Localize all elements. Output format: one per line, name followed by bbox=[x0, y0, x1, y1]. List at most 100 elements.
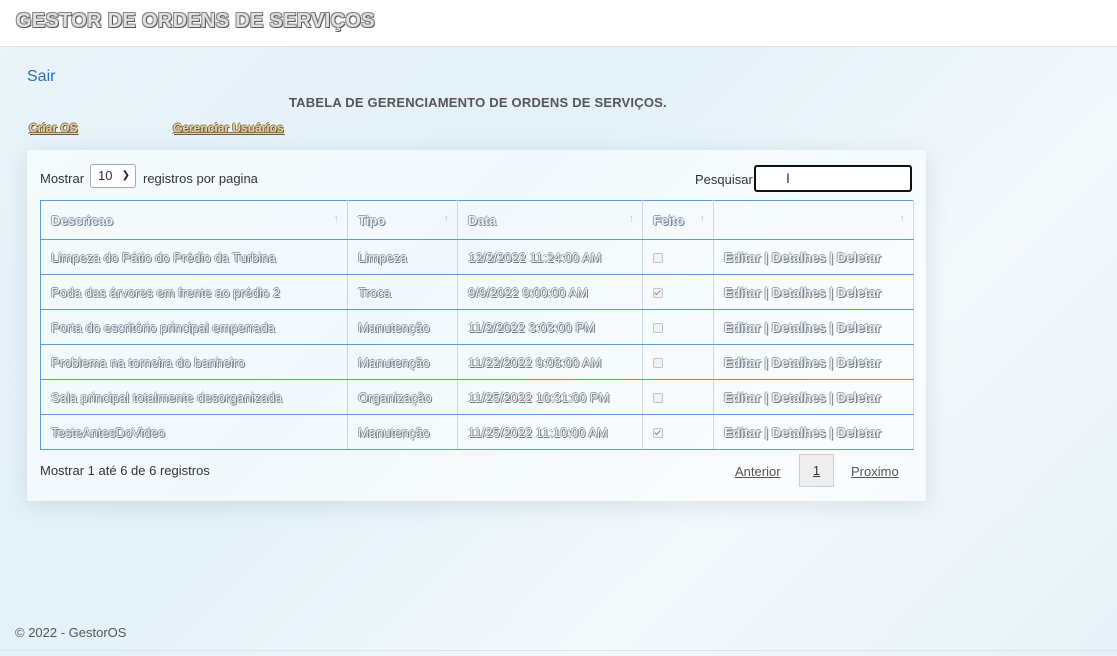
edit-link[interactable]: Editar bbox=[724, 250, 761, 265]
details-link[interactable]: Detalhes bbox=[772, 355, 826, 370]
sort-icon: ↑ bbox=[333, 213, 340, 225]
action-separator: | bbox=[760, 424, 772, 440]
column-header-data[interactable]: Data ↑ bbox=[457, 200, 643, 240]
cell-data: 11/2/2022 3:03:00 PM bbox=[457, 309, 643, 345]
delete-link[interactable]: Deletar bbox=[837, 285, 881, 300]
action-separator: | bbox=[760, 319, 772, 335]
pagination-next[interactable]: Proximo bbox=[851, 464, 899, 479]
details-link[interactable]: Detalhes bbox=[772, 285, 826, 300]
action-separator: | bbox=[825, 389, 837, 405]
delete-link[interactable]: Deletar bbox=[837, 355, 881, 370]
cell-actions: Editar | Detalhes | Deletar bbox=[713, 309, 914, 345]
done-checkbox bbox=[653, 392, 663, 403]
cell-feito bbox=[642, 309, 714, 345]
table-row: Poda das árvores em frente ao prédio 2 Tr… bbox=[40, 274, 914, 310]
action-separator: | bbox=[825, 354, 837, 370]
page-size-value: 10 bbox=[98, 168, 113, 183]
cell-tipo: Manutenção bbox=[347, 344, 458, 380]
table-row: Problema na torneira do banheiro Manutenç… bbox=[40, 344, 914, 380]
cell-tipo: Troca bbox=[347, 274, 458, 310]
cell-data: 11/25/2022 10:31:00 PM bbox=[457, 379, 643, 415]
cell-tipo: Manutenção bbox=[347, 309, 458, 345]
cell-data: 11/22/2022 9:08:00 AM bbox=[457, 344, 643, 380]
edit-link[interactable]: Editar bbox=[724, 285, 761, 300]
done-checkbox bbox=[653, 427, 663, 438]
orders-table-card: Mostrar 10 ❯ registros por pagina Pesqui… bbox=[27, 150, 926, 501]
column-header-descricao[interactable]: Descricao ↑ bbox=[40, 200, 348, 240]
table-body: Limpeza do Pátio do Prédio da Turbina Lim… bbox=[40, 239, 914, 450]
done-checkbox bbox=[653, 322, 663, 333]
cell-descricao: Sala principal totalmente desorganizada bbox=[40, 379, 348, 415]
sort-icon: ↑ bbox=[899, 213, 906, 225]
logout-link[interactable]: Sair bbox=[27, 68, 55, 86]
orders-table: Descricao ↑ Tipo ↑ Data ↑ Feito ↑ ↑ Limpeza … bbox=[40, 200, 914, 450]
cell-actions: Editar | Detalhes | Deletar bbox=[713, 274, 914, 310]
cell-actions: Editar | Detalhes | Deletar bbox=[713, 344, 914, 380]
cell-data: 12/2/2022 11:24:00 AM bbox=[457, 239, 643, 275]
delete-link[interactable]: Deletar bbox=[837, 250, 881, 265]
done-checkbox bbox=[653, 252, 663, 263]
action-separator: | bbox=[825, 249, 837, 265]
action-separator: | bbox=[760, 249, 772, 265]
edit-link[interactable]: Editar bbox=[724, 425, 761, 440]
search-label: Pesquisar bbox=[695, 172, 753, 187]
details-link[interactable]: Detalhes bbox=[772, 390, 826, 405]
done-checkbox bbox=[653, 357, 663, 368]
cell-tipo: Organização bbox=[347, 379, 458, 415]
table-row: Limpeza do Pátio do Prédio da Turbina Lim… bbox=[40, 239, 914, 275]
sort-icon: ↑ bbox=[628, 213, 635, 225]
text-cursor-icon: I bbox=[786, 170, 790, 186]
column-header-tipo[interactable]: Tipo ↑ bbox=[347, 200, 458, 240]
column-header-actions[interactable]: ↑ bbox=[713, 200, 914, 240]
cell-actions: Editar | Detalhes | Deletar bbox=[713, 379, 914, 415]
action-separator: | bbox=[825, 284, 837, 300]
cell-descricao: Porta do escritório principal emperrada bbox=[40, 309, 348, 345]
details-link[interactable]: Detalhes bbox=[772, 425, 826, 440]
cell-descricao: TesteAntesDoVideo bbox=[40, 414, 348, 450]
cell-tipo: Manutenção bbox=[347, 414, 458, 450]
table-row: TesteAntesDoVideo Manutenção 11/25/2022 11… bbox=[40, 414, 914, 450]
done-checkbox bbox=[653, 287, 663, 298]
footer-copyright: © 2022 - GestorOS bbox=[15, 625, 127, 640]
details-link[interactable]: Detalhes bbox=[772, 320, 826, 335]
pagination-previous[interactable]: Anterior bbox=[735, 464, 781, 479]
per-page-label: registros por pagina bbox=[143, 171, 258, 186]
action-separator: | bbox=[760, 284, 772, 300]
chevron-down-icon: ❯ bbox=[121, 170, 130, 181]
action-separator: | bbox=[760, 389, 772, 405]
app-brand[interactable]: GESTOR DE ORDENS DE SERVIÇOS bbox=[16, 10, 375, 33]
cell-data: 9/9/2022 9:00:00 AM bbox=[457, 274, 643, 310]
create-os-link[interactable]: Criar OS bbox=[29, 121, 78, 135]
action-separator: | bbox=[825, 424, 837, 440]
cell-feito bbox=[642, 344, 714, 380]
action-separator: | bbox=[825, 319, 837, 335]
table-row: Porta do escritório principal emperrada M… bbox=[40, 309, 914, 345]
pagination-page-1[interactable]: 1 bbox=[799, 454, 834, 487]
cell-data: 11/25/2022 11:10:00 AM bbox=[457, 414, 643, 450]
column-header-feito[interactable]: Feito ↑ bbox=[642, 200, 714, 240]
action-separator: | bbox=[760, 354, 772, 370]
sort-icon: ↑ bbox=[699, 213, 706, 225]
cell-feito bbox=[642, 274, 714, 310]
page-size-select[interactable]: 10 ❯ bbox=[90, 164, 136, 188]
table-info: Mostrar 1 até 6 de 6 registros bbox=[40, 463, 210, 478]
cell-descricao: Problema na torneira do banheiro bbox=[40, 344, 348, 380]
show-label: Mostrar bbox=[40, 171, 85, 186]
cell-descricao: Limpeza do Pátio do Prédio da Turbina bbox=[40, 239, 348, 275]
page-title: TABELA DE GERENCIAMENTO DE ORDENS DE SER… bbox=[289, 95, 667, 110]
delete-link[interactable]: Deletar bbox=[837, 320, 881, 335]
footer-divider bbox=[0, 650, 1117, 651]
search-input[interactable]: I bbox=[754, 165, 912, 192]
edit-link[interactable]: Editar bbox=[724, 320, 761, 335]
manage-users-link[interactable]: Gerenciar Usuários bbox=[173, 121, 284, 135]
delete-link[interactable]: Deletar bbox=[837, 425, 881, 440]
delete-link[interactable]: Deletar bbox=[837, 390, 881, 405]
table-row: Sala principal totalmente desorganizada O… bbox=[40, 379, 914, 415]
sort-icon: ↑ bbox=[443, 213, 450, 225]
details-link[interactable]: Detalhes bbox=[772, 250, 826, 265]
cell-tipo: Limpeza bbox=[347, 239, 458, 275]
edit-link[interactable]: Editar bbox=[724, 390, 761, 405]
cell-feito bbox=[642, 239, 714, 275]
edit-link[interactable]: Editar bbox=[724, 355, 761, 370]
cell-actions: Editar | Detalhes | Deletar bbox=[713, 239, 914, 275]
